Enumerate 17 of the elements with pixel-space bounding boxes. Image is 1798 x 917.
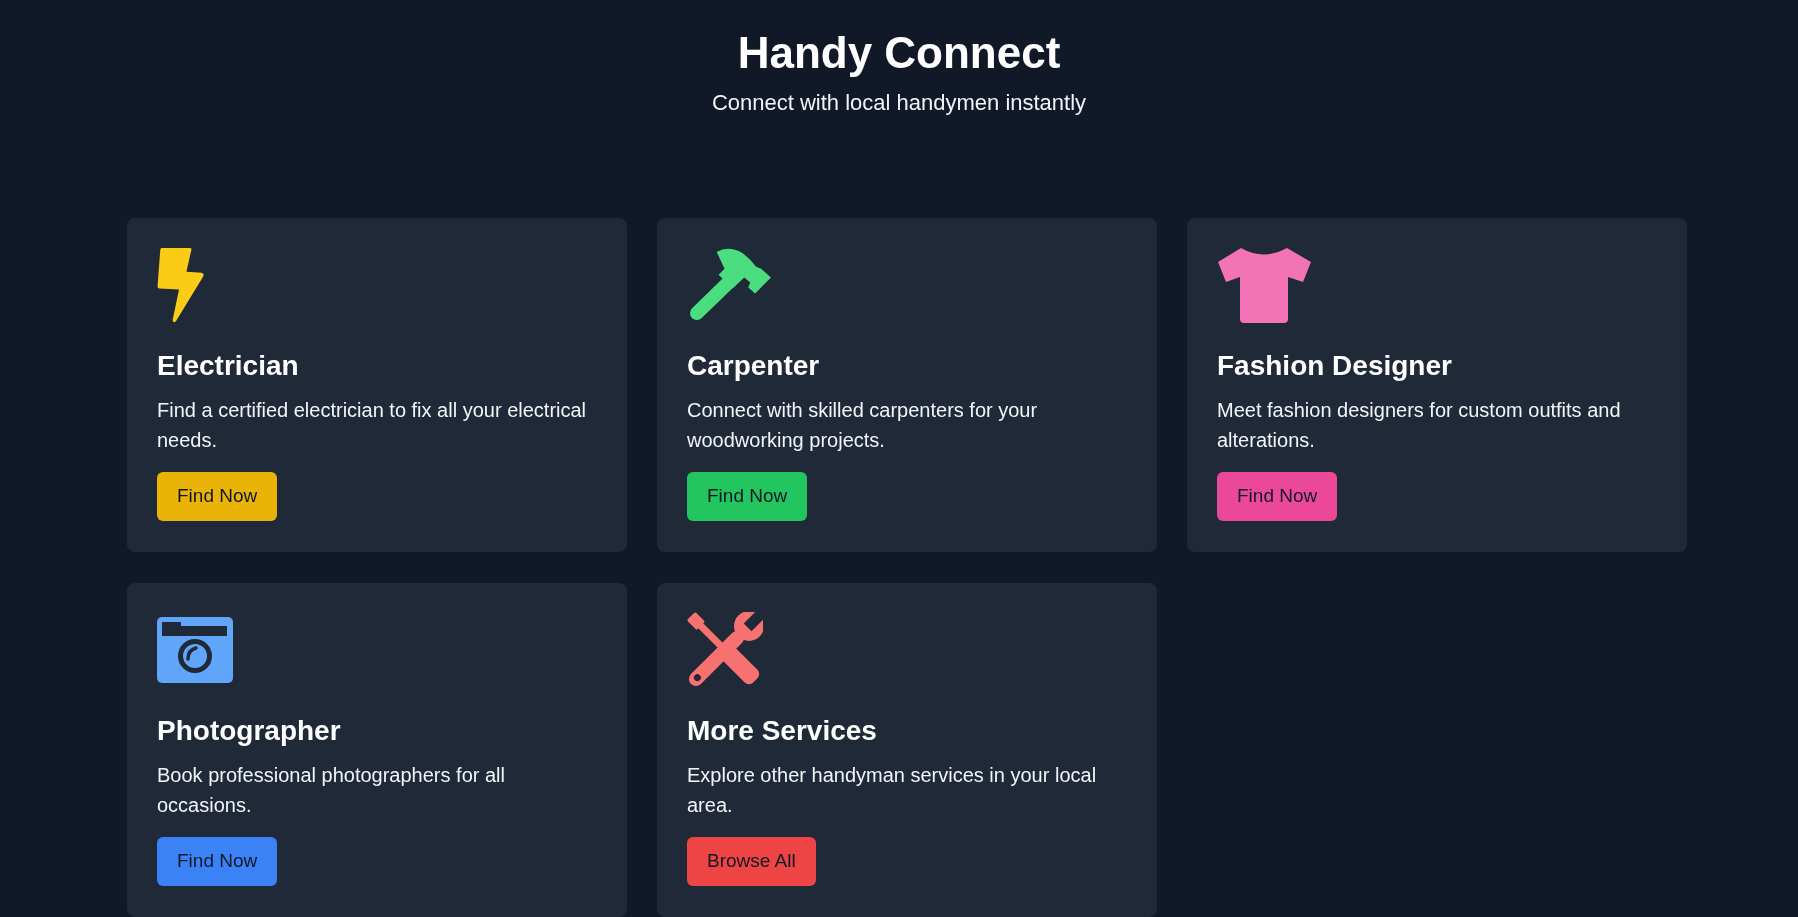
- service-title: Photographer: [157, 714, 341, 748]
- service-title: Carpenter: [687, 349, 820, 383]
- find-button[interactable]: Find Now: [157, 837, 278, 886]
- service-title: Fashion Designer: [1217, 349, 1452, 383]
- find-button[interactable]: Find Now: [687, 472, 808, 521]
- app-title: Handy Connect: [737, 31, 1061, 75]
- service-title: Electrician: [157, 349, 299, 383]
- service-title: More Services: [687, 714, 877, 748]
- find-button[interactable]: Find Now: [1217, 472, 1338, 521]
- service-description: Connect with skilled carpenters for your woodworking projects.: [687, 398, 1039, 453]
- find-button[interactable]: Browse All: [687, 837, 816, 886]
- find-button[interactable]: Find Now: [157, 472, 278, 521]
- service-description: Explore other handyman services in your local area.: [687, 763, 1098, 818]
- service-description: Find a certified electrician to fix all your electrical needs.: [157, 398, 588, 453]
- service-description: Meet fashion designers for custom outfits and alterations.: [1217, 398, 1622, 453]
- service-description: Book professional photographers for all occasions.: [157, 763, 506, 818]
- app-subtitle: Connect with local handymen instantly: [711, 89, 1087, 117]
